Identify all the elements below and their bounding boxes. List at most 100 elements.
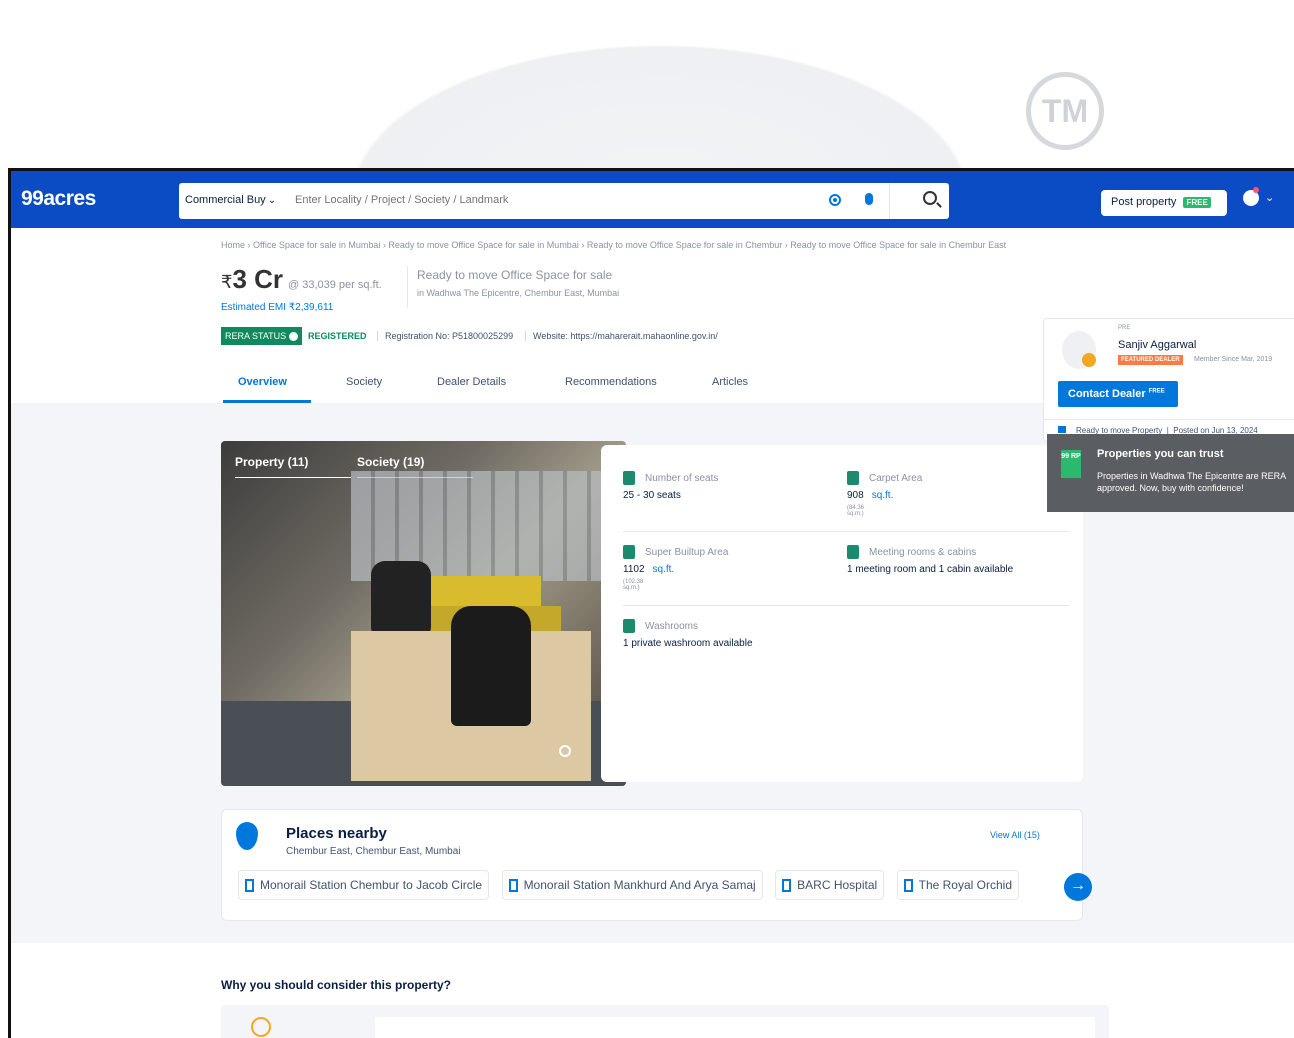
place-chip-label: Monorail Station Chembur to Jacob Circle bbox=[260, 878, 483, 892]
tab-articles[interactable]: Articles bbox=[712, 376, 748, 388]
tab-society[interactable]: Society bbox=[346, 376, 382, 388]
feature-value: 1102 sq.ft. bbox=[623, 564, 674, 575]
contact-dealer-button[interactable]: Contact Dealer FREE bbox=[1058, 381, 1178, 407]
carpet-icon bbox=[847, 471, 859, 485]
feature-small: (102.38 sq.m.) bbox=[623, 579, 644, 591]
feature-value: 908 sq.ft. bbox=[847, 490, 893, 501]
gallery-tab-property[interactable]: Property (11) bbox=[235, 455, 308, 469]
rera-status-label: RERA STATUS bbox=[225, 331, 287, 341]
place-chip-label: BARC Hospital bbox=[797, 878, 878, 892]
seat-icon bbox=[623, 471, 635, 485]
features-card: Number of seats 25 - 30 seats Carpet Are… bbox=[601, 445, 1083, 782]
overview-section: Property (11) Society (19) Number of sea… bbox=[221, 441, 1083, 786]
contact-dealer-label: Contact Dealer bbox=[1068, 388, 1146, 400]
feature-value: 1 private washroom available bbox=[623, 638, 753, 649]
zoom-icon[interactable] bbox=[559, 745, 571, 757]
tab-overview[interactable]: Overview bbox=[238, 376, 287, 388]
free-badge: FREE bbox=[1183, 196, 1211, 208]
registered-label: REGISTERED bbox=[308, 331, 367, 341]
property-location: in Wadhwa The Epicentre, Chembur East, M… bbox=[417, 288, 620, 298]
gallery-tab-society[interactable]: Society (19) bbox=[357, 455, 424, 469]
location-icon[interactable] bbox=[829, 194, 841, 206]
rera-status-badge[interactable]: RERA STATUS bbox=[221, 327, 303, 345]
trust-badge-icon: 99 RP bbox=[1061, 450, 1081, 478]
breadcrumb[interactable]: Home › Office Space for sale in Mumbai ›… bbox=[221, 240, 1006, 250]
why-title: Why you should consider this property? bbox=[221, 978, 452, 992]
feature-divider bbox=[623, 605, 1069, 606]
hospital-icon bbox=[782, 879, 792, 893]
user-icon[interactable] bbox=[1243, 187, 1259, 206]
search-input[interactable] bbox=[295, 194, 795, 206]
dealer-avatar bbox=[1062, 331, 1096, 369]
search-icon[interactable] bbox=[923, 191, 937, 205]
washroom-icon bbox=[623, 619, 635, 633]
globe-watermark bbox=[300, 20, 1020, 168]
why-content bbox=[375, 1017, 1095, 1038]
place-chip[interactable]: Monorail Station Mankhurd And Arya Samaj bbox=[501, 870, 763, 900]
post-property-label: Post property bbox=[1111, 196, 1177, 208]
background-watermark: TM bbox=[0, 0, 1294, 168]
feature-label: Carpet Area bbox=[869, 473, 923, 484]
carpet-value: 908 bbox=[847, 490, 864, 501]
category-dropdown[interactable]: Commercial Buy bbox=[185, 194, 276, 206]
price-per-sqft: @ 33,039 per sq.ft. bbox=[288, 279, 382, 291]
dealer-name[interactable]: Sanjiv Aggarwal bbox=[1118, 339, 1196, 351]
places-subtitle: Chembur East, Chembur East, Mumbai bbox=[286, 846, 461, 857]
builtup-value: 1102 bbox=[623, 564, 645, 575]
feature-divider bbox=[623, 531, 1069, 532]
places-nearby-card: Places nearby Chembur East, Chembur East… bbox=[221, 809, 1092, 921]
why-section: Why you should consider this property? bbox=[11, 943, 1294, 1038]
feature-small: (84.36 sq.m.) bbox=[847, 505, 865, 517]
property-header: Home › Office Space for sale in Mumbai ›… bbox=[11, 228, 1294, 442]
feature-value: 1 meeting room and 1 cabin available bbox=[847, 564, 1014, 575]
chevron-down-icon[interactable]: ⌄ bbox=[1265, 191, 1274, 204]
unit-dropdown[interactable]: sq.ft. bbox=[653, 564, 675, 575]
currency-symbol: ₹ bbox=[221, 272, 233, 292]
top-navbar: 99acres Commercial Buy Post property FRE… bbox=[11, 171, 1294, 228]
place-chip[interactable]: BARC Hospital bbox=[775, 870, 885, 900]
home-icon bbox=[1058, 426, 1066, 433]
hotel-icon bbox=[903, 879, 913, 893]
search-divider bbox=[889, 183, 890, 219]
tm-mark: TM bbox=[1026, 72, 1104, 150]
feature-value: 25 - 30 seats bbox=[623, 490, 681, 501]
dealer-tag: PRE bbox=[1118, 325, 1131, 331]
dealer-card: PRE Sanjiv Aggarwal FEATURED DEALER Memb… bbox=[1043, 318, 1294, 442]
next-arrow-button[interactable]: → bbox=[1064, 873, 1092, 901]
contact-free-tag: FREE bbox=[1148, 388, 1165, 395]
post-property-button[interactable]: Post property FREE bbox=[1101, 190, 1227, 216]
place-chip-label: The Royal Orchid bbox=[918, 878, 1012, 892]
feature-label: Meeting rooms & cabins bbox=[869, 547, 977, 558]
site-logo[interactable]: 99acres bbox=[21, 187, 96, 211]
registration-number: Registration No: P51800025299 bbox=[377, 331, 513, 341]
photo-chair bbox=[371, 561, 431, 641]
tab-dealer-details[interactable]: Dealer Details bbox=[437, 376, 506, 388]
trust-body: Properties in Wadhwa The Epicentre are R… bbox=[1097, 471, 1286, 493]
place-chip[interactable]: Monorail Station Chembur to Jacob Circle bbox=[238, 870, 490, 900]
member-since: Member Since Mar, 2019 bbox=[1194, 356, 1273, 363]
compass-icon bbox=[251, 1017, 271, 1037]
place-chip[interactable]: The Royal Orchid bbox=[896, 870, 1019, 900]
places-chips: Monorail Station Chembur to Jacob Circle… bbox=[238, 870, 1078, 902]
builtup-icon bbox=[623, 545, 635, 559]
emi-link[interactable]: Estimated EMI ₹2,39,611 bbox=[221, 302, 333, 313]
rera-website[interactable]: Website: https://maharerait.mahaonline.g… bbox=[525, 331, 718, 341]
map-pin-icon bbox=[236, 822, 258, 850]
mic-icon[interactable] bbox=[865, 193, 873, 205]
property-title: Ready to move Office Space for sale bbox=[417, 268, 613, 282]
trust-title: Properties you can trust bbox=[1097, 448, 1224, 460]
place-chip-label: Monorail Station Mankhurd And Arya Samaj bbox=[523, 878, 756, 892]
why-box bbox=[221, 1005, 1109, 1038]
view-all-link[interactable]: View All (15) bbox=[990, 830, 1040, 840]
monorail-icon bbox=[508, 879, 518, 893]
feature-label: Number of seats bbox=[645, 473, 719, 484]
info-icon[interactable] bbox=[289, 332, 299, 342]
featured-dealer-badge: FEATURED DEALER bbox=[1118, 355, 1183, 365]
browser-page: 99acres Commercial Buy Post property FRE… bbox=[8, 168, 1294, 1038]
price: ₹3 Cr bbox=[221, 264, 283, 295]
photo-gallery[interactable]: Property (11) Society (19) bbox=[221, 441, 626, 786]
tab-recommendations[interactable]: Recommendations bbox=[565, 376, 657, 388]
unit-dropdown[interactable]: sq.ft. bbox=[872, 490, 894, 501]
places-title: Places nearby bbox=[286, 825, 387, 842]
gallery-tab-underline bbox=[357, 477, 473, 478]
